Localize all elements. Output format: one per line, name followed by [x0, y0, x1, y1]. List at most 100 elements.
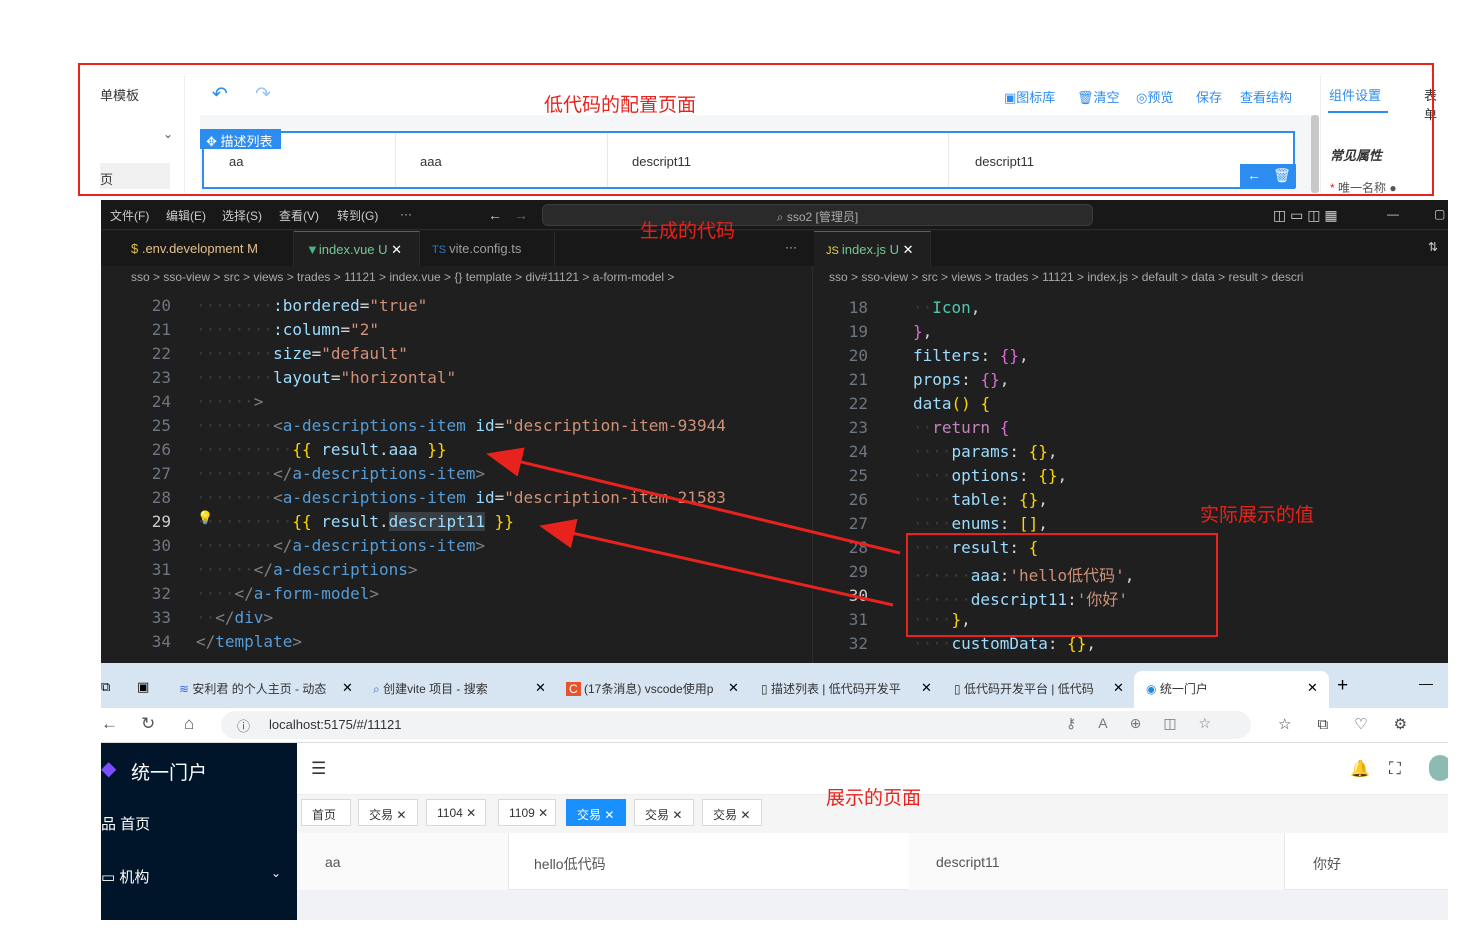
browser-tab[interactable]: ≋ 安利君 的个人主页 - 动态	[179, 671, 359, 708]
menu-go[interactable]: 转到(G)	[337, 207, 378, 224]
line-number: 22	[151, 344, 171, 363]
menu-file[interactable]: 文件(F)	[110, 207, 149, 224]
breadcrumb-left[interactable]: sso > sso-view > src > views > trades > …	[131, 270, 811, 284]
search-icon: ⌕	[776, 210, 787, 224]
back-icon[interactable]: ←	[101, 714, 118, 734]
line-number: 30	[151, 536, 171, 555]
minimize-icon[interactable]: —	[1419, 675, 1433, 691]
line-number: 20	[151, 296, 171, 315]
browser-tab[interactable]: ▯ 低代码开发平台 | 低代码	[954, 671, 1109, 708]
page-tag[interactable]: 交易 ✕	[702, 799, 762, 826]
page-tag[interactable]: 交易 ✕	[358, 799, 418, 826]
breadcrumb-right[interactable]: sso > sso-view > src > views > trades > …	[829, 270, 1448, 284]
line-number: 32	[848, 634, 868, 653]
tab-actions-icon[interactable]: ▣	[137, 679, 149, 695]
menu-item-home[interactable]: 品 首页	[101, 813, 150, 834]
command-center[interactable]: ⌕ sso2 [管理员]	[542, 204, 1093, 226]
avatar[interactable]	[1429, 755, 1448, 781]
line-number: 24	[151, 392, 171, 411]
line-number: 31	[151, 560, 171, 579]
new-tab-icon[interactable]: +	[1337, 675, 1348, 697]
annotation-display: 展示的页面	[826, 788, 922, 809]
bell-icon[interactable]: 🔔	[1350, 759, 1370, 779]
line-number: 25	[848, 466, 868, 485]
line-number: 30	[848, 586, 868, 605]
menu-edit[interactable]: 编辑(E)	[166, 207, 206, 224]
tab-env[interactable]: $ .env.development M	[119, 231, 294, 266]
app-title: 统一门户	[131, 763, 208, 784]
line-number: 18	[848, 298, 868, 317]
line-number: 25	[151, 416, 171, 435]
annotation-value-box	[906, 533, 1218, 637]
vscode-window: 文件(F) 编辑(E) 选择(S) 查看(V) 转到(G) ··· ← → ⌕ …	[101, 200, 1448, 663]
page-tag-active[interactable]: 交易 ✕	[566, 799, 626, 826]
tab-index-vue[interactable]: ▼index.vue U ✕	[294, 231, 420, 266]
browser-tab[interactable]: ▯ 描述列表 | 低代码开发平	[761, 671, 921, 708]
annotation-value: 实际展示的值	[1200, 505, 1315, 526]
compare-icon[interactable]: ⇅	[1428, 240, 1438, 254]
forward-icon[interactable]: →	[514, 207, 528, 223]
fullscreen-icon[interactable]: ⛶	[1389, 759, 1401, 779]
desc-value-1: hello低代码	[534, 856, 606, 872]
line-number: 21	[151, 320, 171, 339]
menu-view[interactable]: 查看(V)	[279, 207, 319, 224]
line-number: 22	[848, 394, 868, 413]
screenshot-root: { "annotations":{ "config_page":"低代码的配置页…	[0, 0, 1479, 928]
browser-window: ⧉ ▣ ≋ 安利君 的个人主页 - 动态 ✕ ⌕ 创建vite 项目 - 搜索 …	[101, 663, 1448, 920]
line-number: 27	[848, 514, 868, 533]
line-number: 24	[848, 442, 868, 461]
back-icon[interactable]: ←	[488, 207, 502, 223]
line-number: 23	[848, 418, 868, 437]
page-tag[interactable]: 交易 ✕	[634, 799, 694, 826]
line-number: 19	[848, 322, 868, 341]
line-number: 28	[848, 538, 868, 557]
layout-icon[interactable]: ◫ ▭ ◫ ▦	[1273, 207, 1338, 224]
more-actions-icon[interactable]: ···	[785, 240, 797, 254]
menu-item-org[interactable]: ▭ 机构 ⌄	[101, 866, 281, 887]
desc-label-2: descript11	[936, 854, 1000, 870]
tab-vite-config[interactable]: TS vite.config.ts	[420, 231, 555, 266]
chevron-down-icon: ⌄	[270, 866, 281, 880]
close-icon[interactable]: ✕	[1307, 680, 1318, 696]
line-number: 29	[848, 562, 868, 581]
close-icon[interactable]: ✕	[1113, 680, 1124, 696]
line-numbers-right: 18 19 20 21 22 23 24 25 26 27 28 29 30 31 32	[828, 298, 868, 658]
tab-index-js[interactable]: JS index.js U ✕	[814, 231, 931, 266]
close-icon[interactable]: ✕	[728, 680, 739, 696]
annotation-box	[78, 63, 1434, 196]
close-icon[interactable]: ✕	[535, 680, 546, 696]
menu-fold-icon[interactable]: ☰	[311, 759, 326, 779]
minimize-icon[interactable]: —	[1387, 207, 1399, 221]
address-actions-icons[interactable]: ⚷A⊕◫☆	[1066, 715, 1233, 732]
browser-tab[interactable]: C (17条消息) vscode使用p	[566, 671, 726, 708]
line-number: 26	[151, 440, 171, 459]
menu-more[interactable]: ···	[400, 207, 412, 221]
code-left: ········:bordered="true" ········:column…	[196, 296, 726, 651]
lightbulb-icon[interactable]: 💡	[197, 511, 213, 526]
close-icon[interactable]: ✕	[903, 242, 914, 257]
desc-label-1: aa	[325, 854, 341, 870]
editor-divider[interactable]	[812, 266, 813, 663]
line-number: 32	[151, 584, 171, 603]
browser-tab-active[interactable]: ◉ 统一门户	[1134, 671, 1329, 708]
home-icon[interactable]: ⌂	[184, 714, 194, 734]
line-number: 23	[151, 368, 171, 387]
close-icon[interactable]: ✕	[921, 680, 932, 696]
maximize-icon[interactable]: ▢	[1434, 207, 1445, 221]
info-icon[interactable]: ⓘ	[237, 716, 250, 735]
workspaces-icon[interactable]: ⧉	[101, 679, 110, 695]
page-tag[interactable]: 首页	[301, 799, 351, 826]
line-number: 29	[151, 512, 171, 531]
close-icon[interactable]: ✕	[391, 242, 402, 257]
page-tag[interactable]: 1109 ✕	[498, 799, 556, 826]
close-icon[interactable]: ✕	[342, 680, 353, 696]
toolbar-icons[interactable]: ☆⧉♡⚙	[1278, 715, 1433, 733]
line-numbers-left: 20 21 22 23 24 25 26 27 28 29 30 31 32 33 34	[131, 296, 171, 656]
refresh-icon[interactable]: ↻	[141, 714, 155, 734]
line-number: 21	[848, 370, 868, 389]
line-number: 31	[848, 610, 868, 629]
menu-selection[interactable]: 选择(S)	[222, 207, 262, 224]
line-number: 28	[151, 488, 171, 507]
browser-tab[interactable]: ⌕ 创建vite 项目 - 搜索	[373, 671, 543, 708]
page-tag[interactable]: 1104 ✕	[426, 799, 486, 826]
